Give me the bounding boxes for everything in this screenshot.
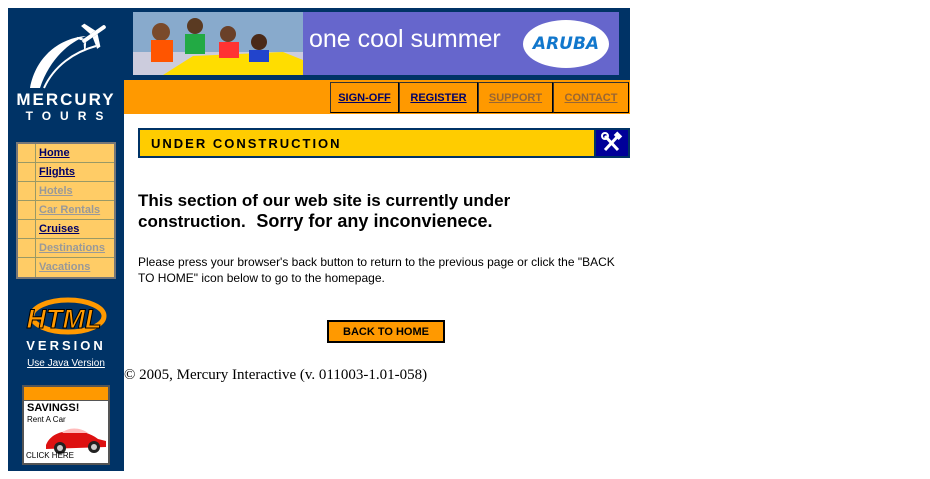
java-version-link[interactable]: Use Java Version <box>8 358 124 369</box>
section-title: UNDER CONSTRUCTION <box>151 135 342 151</box>
tools-icon-box <box>594 128 630 158</box>
sidebar-item-car-rentals[interactable]: Car Rentals <box>18 201 114 220</box>
mercury-logo-icon <box>30 23 106 89</box>
instruction-text: Please press your browser's back button … <box>138 255 615 285</box>
sidebar-item-home[interactable]: Home <box>18 144 114 163</box>
nav-bullet <box>18 144 36 162</box>
ad-title: SAVINGS! <box>27 402 80 414</box>
beach-photo-icon <box>133 12 303 75</box>
ad-header-bar <box>24 387 108 401</box>
sidebar-link-hotels[interactable]: Hotels <box>36 182 73 200</box>
sidebar-link-destinations[interactable]: Destinations <box>36 239 105 257</box>
banner-headline: one cool summer <box>309 25 501 53</box>
sidebar-link-home[interactable]: Home <box>36 144 70 162</box>
sidebar-link-flights[interactable]: Flights <box>36 163 75 181</box>
html-version-badge-icon: HTML VERSION <box>26 297 107 353</box>
nav-bullet <box>18 201 36 219</box>
support-link[interactable]: SUPPORT <box>478 82 553 113</box>
sidebar-link-vacations[interactable]: Vacations <box>36 258 90 277</box>
tools-icon <box>601 131 623 152</box>
nav-bullet <box>18 258 36 277</box>
sidebar-item-cruises[interactable]: Cruises <box>18 220 114 239</box>
construction-headline: This section of our web site is currentl… <box>138 191 618 232</box>
sidebar-link-cruises[interactable]: Cruises <box>36 220 79 238</box>
sidebar: MERCURY TOURS Home Flights Hotels Car Re… <box>8 8 124 471</box>
sidebar-item-destinations[interactable]: Destinations <box>18 239 114 258</box>
car-icon <box>46 428 106 454</box>
ad-cta: CLICK HERE <box>26 451 75 460</box>
sidebar-item-hotels[interactable]: Hotels <box>18 182 114 201</box>
nav-bullet <box>18 182 36 200</box>
aruba-banner[interactable]: one cool summer ARUBA <box>133 12 619 75</box>
sign-off-link[interactable]: SIGN-OFF <box>330 82 399 113</box>
nav-bullet <box>18 163 36 181</box>
sidebar-nav: Home Flights Hotels Car Rentals Cruises … <box>16 142 116 279</box>
register-link[interactable]: REGISTER <box>399 82 478 113</box>
section-title-bar: UNDER CONSTRUCTION <box>138 128 596 158</box>
sidebar-item-flights[interactable]: Flights <box>18 163 114 182</box>
sidebar-item-vacations[interactable]: Vacations <box>18 258 114 277</box>
logo-title: MERCURY <box>16 90 116 109</box>
nav-bullet <box>18 220 36 238</box>
back-to-home-button[interactable]: BACK TO HOME <box>327 320 445 343</box>
nav-bullet <box>18 239 36 257</box>
contact-link[interactable]: CONTACT <box>553 82 629 113</box>
aruba-logo-text: ARUBA <box>532 34 600 54</box>
headline-part2: Sorry for any inconvienece. <box>256 211 493 231</box>
logo-subtitle: TOURS <box>25 109 113 123</box>
logo-text: MERCURY TOURS <box>8 90 124 124</box>
sidebar-link-car-rentals[interactable]: Car Rentals <box>36 201 100 219</box>
badge-line2: VERSION <box>26 338 106 353</box>
badge-line1: HTML <box>27 304 102 334</box>
copyright-text: © 2005, Mercury Interactive (v. 011003-1… <box>124 367 428 383</box>
rent-a-car-ad[interactable]: SAVINGS! Rent A Car CLICK HERE <box>22 385 110 465</box>
aruba-logo: ARUBA <box>523 20 609 68</box>
